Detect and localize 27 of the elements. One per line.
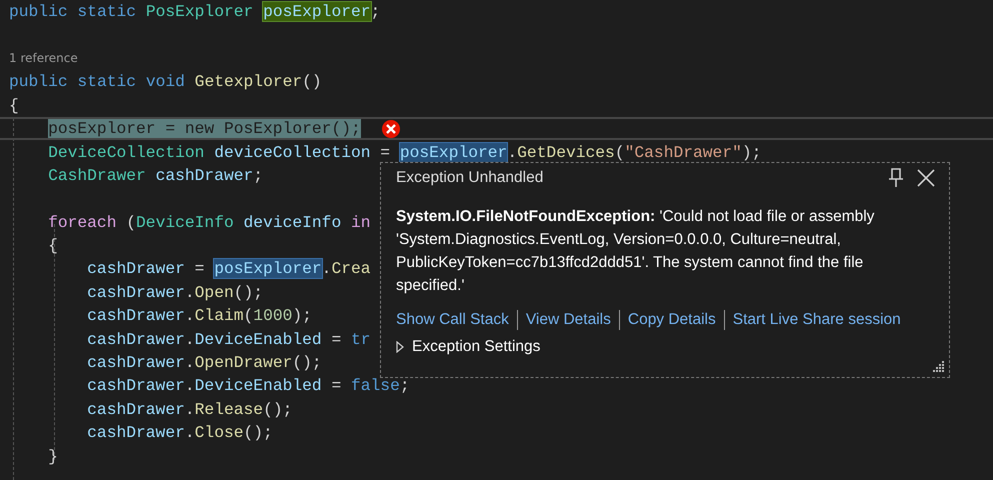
popup-title: Exception Unhandled xyxy=(396,169,544,187)
close-icon[interactable] xyxy=(917,169,935,187)
action-link[interactable]: Start Live Share session xyxy=(732,311,901,329)
exception-message: System.IO.FileNotFoundException: 'Could not load file or assembly 'System.Diagnostics.EventLog, Version=0.0.0.0, Culture=neutral, PublicKeyToken=cc7b13ffcd2ddd51'. The system cannot find the file specified.' xyxy=(396,207,876,296)
action-link[interactable]: Show Call Stack xyxy=(396,311,509,329)
code-line: public static void Getexplorer() xyxy=(9,72,322,92)
codelens-reference-count[interactable]: 1 reference xyxy=(9,51,78,66)
code-line: cashDrawer.OpenDrawer(); xyxy=(87,353,322,372)
code-line: cashDrawer.Claim(1000); xyxy=(87,306,312,326)
code-line: { xyxy=(9,96,19,115)
code-line: cashDrawer = posExplorer.Crea xyxy=(87,259,371,278)
action-link[interactable]: View Details xyxy=(526,311,611,329)
code-line: cashDrawer.Open(); xyxy=(87,282,264,302)
code-line: cashDrawer.DeviceEnabled = tr xyxy=(87,330,371,349)
pin-icon[interactable] xyxy=(889,168,903,188)
code-line: CashDrawer cashDrawer; xyxy=(48,166,264,185)
exception-settings-toggle[interactable]: Exception Settings xyxy=(396,338,540,356)
resize-grip-icon[interactable] xyxy=(933,361,945,373)
code-line: DeviceCollection deviceCollection = posExplorer.GetDevices("CashDrawer"); xyxy=(48,142,762,162)
code-line: foreach (DeviceInfo deviceInfo in xyxy=(48,212,371,232)
code-line: cashDrawer.Release(); xyxy=(87,400,292,419)
code-line: public static PosExplorer posExplorer; xyxy=(9,2,380,22)
action-link[interactable]: Copy Details xyxy=(628,311,716,329)
code-line: cashDrawer.Close(); xyxy=(87,423,273,442)
code-line: } xyxy=(48,446,58,466)
code-line: cashDrawer.DeviceEnabled = false; xyxy=(87,376,410,396)
code-line: { xyxy=(48,236,58,256)
